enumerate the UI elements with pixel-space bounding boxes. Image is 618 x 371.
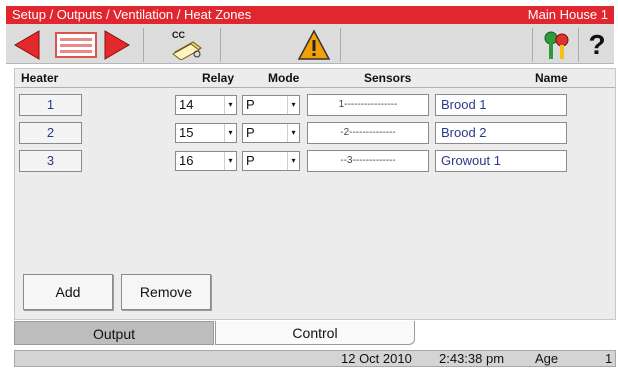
age-label: Age xyxy=(535,351,559,366)
sensors-field[interactable]: 1---------------- xyxy=(307,94,429,116)
warning-triangle-icon xyxy=(297,29,331,60)
age-value: 1 xyxy=(605,351,613,366)
dropdown-arrow-icon: ▾ xyxy=(287,96,299,114)
sensors-header: Sensors xyxy=(364,71,412,85)
copy-config-button[interactable]: CC xyxy=(166,28,210,62)
mode-value: P xyxy=(246,153,255,168)
toolbar-divider xyxy=(532,28,533,62)
dropdown-arrow-icon: ▾ xyxy=(224,124,236,142)
alarm-button[interactable] xyxy=(294,28,334,62)
mode-header: Mode xyxy=(268,71,300,85)
right-arrow-icon xyxy=(104,30,130,60)
status-time: 2:43:38 pm xyxy=(439,351,505,366)
heat-zones-panel: Heater Relay Mode Sensors Name 1 14 ▾ P … xyxy=(14,68,616,320)
heater-number[interactable]: 2 xyxy=(19,122,82,144)
relay-value: 16 xyxy=(179,153,194,168)
table-row: 3 16 ▾ P ▾ --3------------- Growout 1 xyxy=(19,150,615,172)
add-button[interactable]: Add xyxy=(23,274,113,310)
toolbar-divider xyxy=(220,28,221,62)
mode-value: P xyxy=(246,125,255,140)
name-field[interactable]: Brood 2 xyxy=(435,122,567,144)
sensors-field[interactable]: -2-------------- xyxy=(307,122,429,144)
dropdown-arrow-icon: ▾ xyxy=(287,124,299,142)
heater-header: Heater xyxy=(21,71,59,85)
remove-button[interactable]: Remove xyxy=(121,274,211,310)
name-header: Name xyxy=(535,71,568,85)
tab-bar: Output Control xyxy=(14,321,616,345)
dropdown-arrow-icon: ▾ xyxy=(287,152,299,170)
forward-button[interactable] xyxy=(100,28,134,62)
help-button[interactable]: ? xyxy=(582,28,612,62)
keys-button[interactable] xyxy=(540,28,574,62)
relay-value: 14 xyxy=(179,97,194,112)
tab-output[interactable]: Output xyxy=(14,321,214,345)
header-divider xyxy=(15,87,615,88)
relay-select[interactable]: 15 ▾ xyxy=(175,123,237,143)
sensors-field[interactable]: --3------------- xyxy=(307,150,429,172)
keys-icon xyxy=(544,31,569,59)
cc-label: CC xyxy=(172,30,185,40)
status-bar: 12 Oct 2010 2:43:38 pm Age 1 xyxy=(14,350,616,367)
dropdown-arrow-icon: ▾ xyxy=(224,152,236,170)
name-field[interactable]: Growout 1 xyxy=(435,150,567,172)
list-card-icon xyxy=(55,32,97,58)
location-label: Main House 1 xyxy=(527,7,608,22)
relay-select[interactable]: 16 ▾ xyxy=(175,151,237,171)
list-view-button[interactable] xyxy=(52,28,100,62)
table-row: 1 14 ▾ P ▾ 1---------------- Brood 1 xyxy=(19,94,615,116)
mode-select[interactable]: P ▾ xyxy=(242,151,300,171)
table-row: 2 15 ▾ P ▾ -2-------------- Brood 2 xyxy=(19,122,615,144)
breadcrumb: Setup / Outputs / Ventilation / Heat Zon… xyxy=(12,7,252,22)
toolbar-divider xyxy=(340,28,341,62)
mode-value: P xyxy=(246,97,255,112)
mode-select[interactable]: P ▾ xyxy=(242,95,300,115)
left-arrow-icon xyxy=(14,30,40,60)
name-field[interactable]: Brood 1 xyxy=(435,94,567,116)
mode-select[interactable]: P ▾ xyxy=(242,123,300,143)
toolbar-divider xyxy=(578,28,579,62)
heater-number[interactable]: 3 xyxy=(19,150,82,172)
title-bar: Setup / Outputs / Ventilation / Heat Zon… xyxy=(6,6,614,24)
relay-header: Relay xyxy=(202,71,235,85)
tab-control[interactable]: Control xyxy=(215,321,415,345)
heater-number[interactable]: 1 xyxy=(19,94,82,116)
status-date: 12 Oct 2010 xyxy=(341,351,412,366)
relay-select[interactable]: 14 ▾ xyxy=(175,95,237,115)
back-button[interactable] xyxy=(10,28,44,62)
relay-value: 15 xyxy=(179,125,194,140)
toolbar: CC ? xyxy=(6,24,614,64)
toolbar-divider xyxy=(143,28,144,62)
dropdown-arrow-icon: ▾ xyxy=(224,96,236,114)
cc-document-icon xyxy=(172,41,202,60)
